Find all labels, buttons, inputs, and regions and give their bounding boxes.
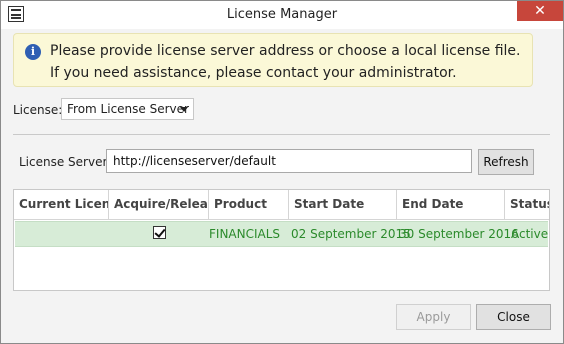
column-header-start-date[interactable]: Start Date xyxy=(289,190,397,219)
license-source-value: From License Server xyxy=(67,102,189,116)
cell-product: FINANCIALS xyxy=(209,227,281,241)
license-source-select[interactable]: From License Server xyxy=(61,98,194,120)
column-header-end-date[interactable]: End Date xyxy=(397,190,505,219)
info-icon: i xyxy=(25,44,41,60)
cell-status: Active xyxy=(511,227,549,241)
close-window-button[interactable]: ✕ xyxy=(517,1,563,21)
info-banner: i Please provide license server address … xyxy=(13,33,533,87)
column-header-status[interactable]: Status xyxy=(505,190,549,219)
cell-current-license xyxy=(17,221,107,247)
license-server-label: License Server: xyxy=(19,155,112,169)
apply-button[interactable]: Apply xyxy=(396,304,471,330)
cell-end-date: 30 September 2016 xyxy=(399,227,519,241)
window-title: License Manager xyxy=(226,7,338,22)
title-bar: License Manager ✕ xyxy=(1,1,563,29)
divider xyxy=(13,134,550,135)
chevron-down-icon xyxy=(180,107,188,112)
license-label: License: xyxy=(13,103,63,117)
close-button[interactable]: Close xyxy=(476,304,551,330)
column-header-acquire-release[interactable]: Acquire/Release xyxy=(109,190,209,219)
refresh-button[interactable]: Refresh xyxy=(478,149,534,175)
acquire-checkbox[interactable] xyxy=(153,226,166,239)
license-server-input[interactable]: http://licenseserver/default xyxy=(106,149,472,173)
info-message: Please provide license server address or… xyxy=(50,43,521,81)
license-server-value: http://licenseserver/default xyxy=(113,154,276,168)
header-divider xyxy=(14,219,549,220)
license-manager-window: License Manager ✕ i Please provide licen… xyxy=(0,0,564,344)
column-header-current-license[interactable]: Current License xyxy=(14,190,109,219)
column-header-product[interactable]: Product xyxy=(209,190,289,219)
cell-start-date: 02 September 2015 xyxy=(291,227,411,241)
license-table: Current License Acquire/Release Product … xyxy=(13,189,550,291)
